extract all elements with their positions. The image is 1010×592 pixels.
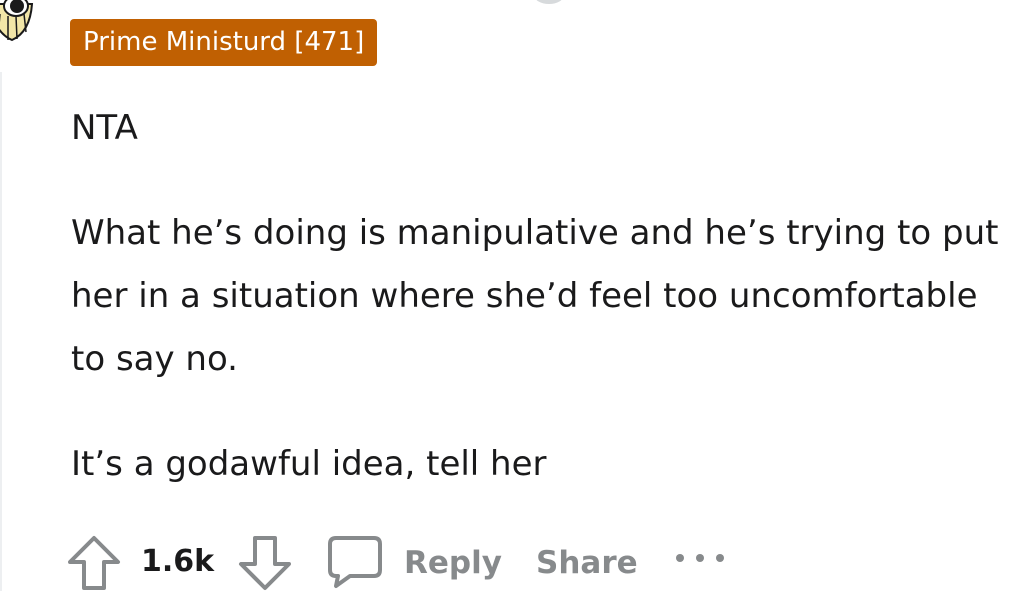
user-avatar[interactable] xyxy=(0,0,44,44)
downvote-arrow-icon[interactable] xyxy=(237,534,293,592)
user-flair: Prime Ministurd [471] xyxy=(70,19,378,66)
share-button[interactable]: Share xyxy=(536,544,638,582)
comment-paragraph: What he’s doing is manipulative and he’s… xyxy=(71,213,999,379)
comment-paragraph: NTA xyxy=(71,108,138,148)
comment-body: NTA What he’s doing is manipulative and … xyxy=(71,97,1001,496)
cutoff-shape xyxy=(534,0,564,4)
thread-line[interactable] xyxy=(0,72,2,591)
comment-action-bar: 1.6k Reply Share xyxy=(0,528,1010,591)
comment-paragraph: It’s a godawful idea, tell her xyxy=(71,444,547,484)
upvote-arrow-icon[interactable] xyxy=(66,534,122,592)
reply-button[interactable]: Reply xyxy=(404,544,502,582)
comment-bubble-icon[interactable] xyxy=(326,534,384,590)
vote-count: 1.6k xyxy=(141,544,215,579)
ellipsis-icon[interactable] xyxy=(672,544,728,572)
